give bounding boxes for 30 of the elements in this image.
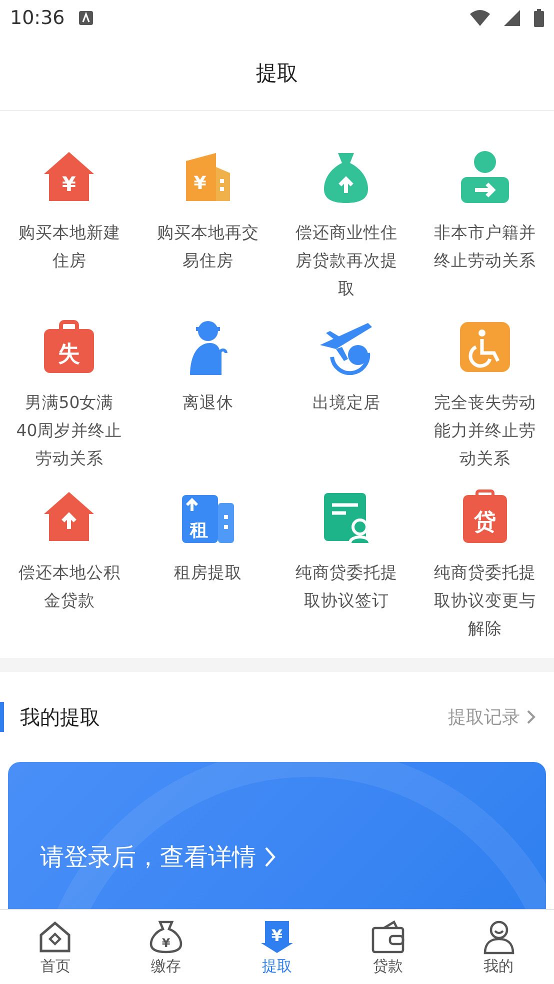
home-icon — [37, 918, 74, 954]
withdrawal-option[interactable]: 出境定居 — [292, 389, 400, 417]
chevron-right-icon — [264, 846, 276, 868]
nav-tab[interactable]: ¥ 缴存 — [110, 910, 222, 984]
nav-tab[interactable]: 首页 — [0, 910, 111, 984]
status-time: 10:36 — [10, 7, 65, 29]
signal-icon — [504, 10, 520, 26]
wallet-icon — [370, 918, 406, 954]
chevron-right-icon — [526, 709, 536, 725]
section-title: 我的提取 — [0, 702, 100, 732]
withdraw-icon: ¥ — [258, 918, 295, 954]
wifi-icon — [470, 10, 490, 26]
nav-tab[interactable]: 我的 — [443, 910, 554, 984]
withdrawal-option[interactable]: 纯商贷委托提取协议变更与解除 — [430, 559, 539, 643]
notification-icon — [78, 11, 93, 25]
money-bag-icon: ¥ — [148, 918, 184, 954]
withdrawal-option[interactable]: 男满50女满40周岁并终止劳动关系 — [15, 389, 124, 473]
nav-tab[interactable]: ¥ 提取 — [222, 910, 332, 984]
withdrawal-option[interactable]: 偿还本地公积金贷款 — [15, 559, 124, 615]
withdrawal-option[interactable]: 购买本地新建住房 — [15, 219, 124, 275]
withdrawal-option[interactable]: 购买本地再交易住房 — [154, 219, 262, 275]
withdrawal-option[interactable]: 非本市户籍并终止劳动关系 — [430, 219, 539, 275]
withdrawal-option[interactable]: 租房提取 — [154, 559, 262, 587]
page-title: 提取 — [256, 60, 298, 87]
withdrawal-option[interactable]: 纯商贷委托提取协议签订 — [292, 559, 400, 615]
withdrawal-option[interactable]: 完全丧失劳动能力并终止劳动关系 — [430, 389, 539, 473]
nav-tab[interactable]: 贷款 — [332, 910, 444, 984]
withdrawal-option[interactable]: 离退休 — [154, 389, 262, 417]
withdrawal-option[interactable]: 偿还商业性住房贷款再次提取 — [292, 219, 400, 303]
battery-icon — [534, 9, 544, 27]
